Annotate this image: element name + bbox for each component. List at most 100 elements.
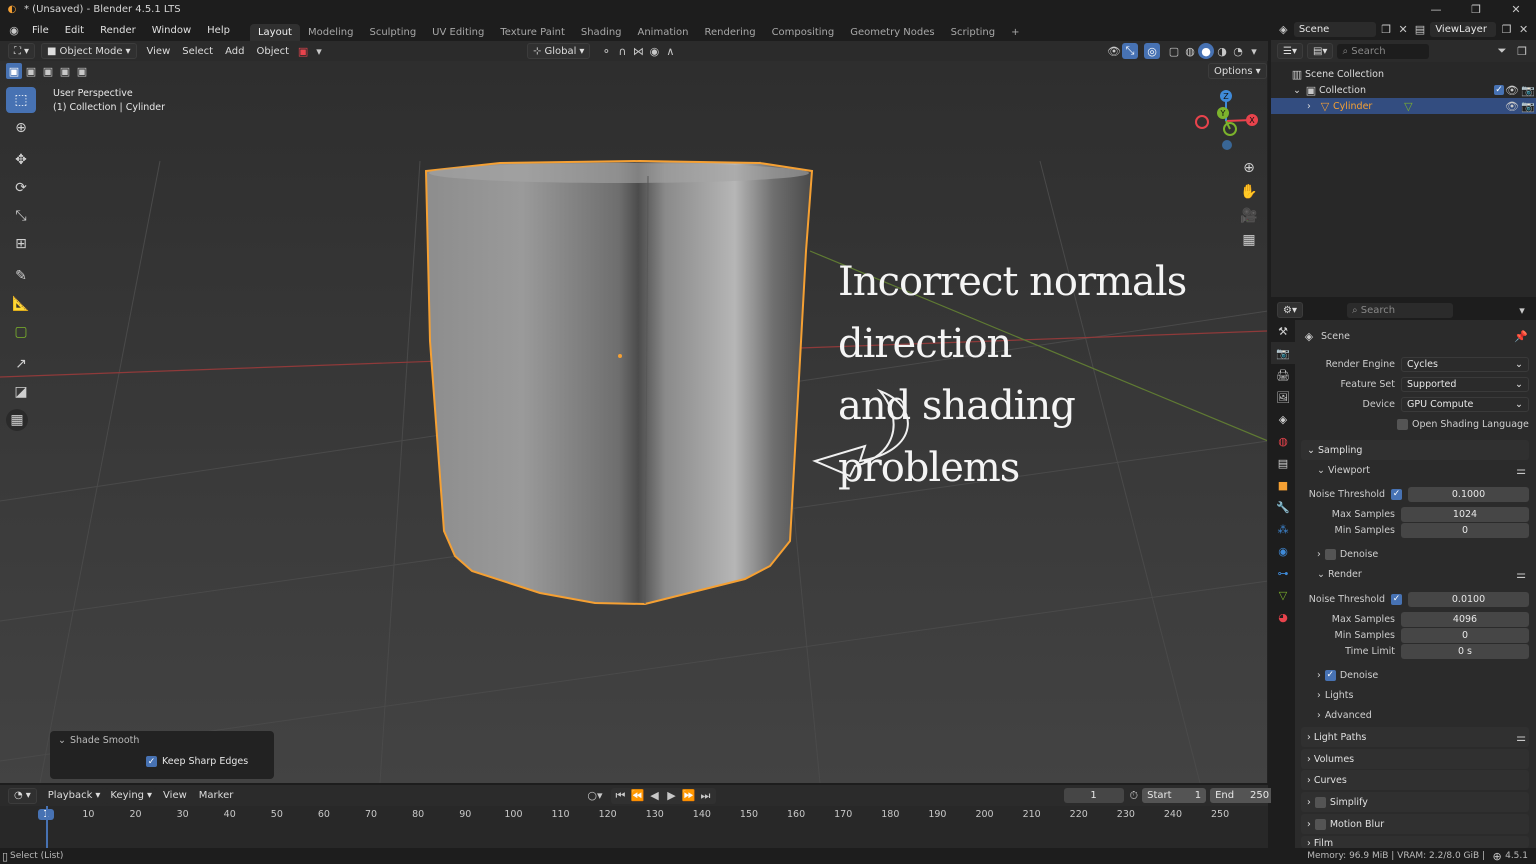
r-denoise-row[interactable]: › ✓ Denoise — [1301, 667, 1529, 683]
light-paths-presets-icon[interactable]: ⚌ — [1513, 729, 1529, 745]
vp-noise-field[interactable]: 0.1000 — [1408, 486, 1529, 502]
shading-wireframe-icon[interactable]: ◍ — [1182, 43, 1198, 59]
outliner-scene-collection[interactable]: ▥ Scene Collection — [1271, 66, 1536, 82]
outliner-cylinder[interactable]: › ▽ Cylinder ▽ 👁 📷 — [1271, 98, 1536, 114]
annotate-tool-icon[interactable]: ✎ — [6, 263, 36, 289]
filter-icon[interactable]: ⏷ — [1494, 43, 1510, 59]
menu-edit[interactable]: Edit — [57, 25, 92, 36]
film-panel[interactable]: › Film — [1301, 836, 1529, 848]
shrink-tool-icon[interactable]: ◪ — [6, 379, 36, 405]
vp-denoise-checkbox[interactable] — [1324, 548, 1336, 560]
move-tool-icon[interactable]: ✥ — [6, 147, 36, 173]
curves-panel[interactable]: › Curves — [1301, 770, 1529, 790]
tab-compositing[interactable]: Compositing — [764, 24, 843, 41]
pivot-icon[interactable]: ⚬ — [598, 43, 614, 59]
r-noise-checkbox[interactable]: ✓ — [1391, 593, 1402, 605]
tool-tab-icon[interactable]: ⚒ — [1271, 320, 1295, 342]
visibility-icon[interactable]: 👁 — [1106, 43, 1122, 59]
collection-expand-icon[interactable]: ⌄ — [1293, 85, 1303, 96]
selection-lasso-icon[interactable]: ▾ — [311, 43, 327, 59]
play-reverse-icon[interactable]: ◀ — [647, 788, 663, 804]
checker-icon[interactable]: ▦ — [6, 409, 28, 431]
add-workspace-icon[interactable]: + — [1003, 24, 1027, 41]
scene-icon[interactable]: ◈ — [1277, 22, 1290, 38]
remove-scene-icon[interactable]: ✕ — [1397, 22, 1410, 38]
record-icon[interactable]: ○ — [587, 788, 597, 804]
transform-tool-icon[interactable]: ⊞ — [6, 231, 36, 257]
select-mode-icon[interactable]: ▣ — [295, 43, 311, 59]
rotate-tool-icon[interactable]: ⟳ — [6, 175, 36, 201]
options-dropdown[interactable]: Options ▾ — [1208, 63, 1267, 79]
start-frame-field[interactable]: Start 1 — [1142, 788, 1207, 803]
sampling-panel-header[interactable]: ⌄ Sampling — [1301, 440, 1529, 460]
menu-help[interactable]: Help — [199, 25, 238, 36]
tab-shading[interactable]: Shading — [573, 24, 630, 41]
menu-select[interactable]: Select — [176, 46, 219, 57]
material-tab-icon[interactable]: ◕ — [1271, 606, 1295, 628]
shear-tool-icon[interactable]: ↗ — [6, 351, 36, 377]
new-collection-icon[interactable]: ❐ — [1514, 43, 1530, 59]
play-icon[interactable]: ▶ — [664, 788, 680, 804]
camera-view-icon[interactable]: 🎥 — [1238, 205, 1260, 227]
menu-timeline-view[interactable]: View — [157, 790, 193, 801]
playhead[interactable] — [46, 806, 48, 848]
select-extend-icon[interactable]: ▣ — [23, 63, 39, 79]
mesh-data-icon[interactable]: ▽ — [1400, 98, 1416, 114]
r-noise-field[interactable]: 0.0100 — [1408, 591, 1529, 607]
record-options-icon[interactable]: ▾ — [597, 788, 603, 804]
vp-denoise-row[interactable]: › Denoise — [1301, 546, 1529, 562]
collection-visibility-icon[interactable]: 👁 — [1504, 82, 1520, 98]
end-frame-field[interactable]: End 250 — [1210, 788, 1275, 803]
new-view-layer-icon[interactable]: ❐ — [1500, 22, 1513, 38]
vp-max-field[interactable]: 1024 — [1401, 506, 1529, 522]
menu-view[interactable]: View — [141, 46, 177, 57]
menu-file[interactable]: File — [24, 25, 57, 36]
tab-uv-editing[interactable]: UV Editing — [424, 24, 492, 41]
menu-object[interactable]: Object — [250, 46, 295, 57]
world-tab-icon[interactable]: ◍ — [1271, 430, 1295, 452]
select-box-tool-icon[interactable]: ⬚ — [6, 87, 36, 113]
render-engine-dropdown[interactable]: Cycles ⌄ — [1401, 356, 1529, 372]
cylinder-render-icon[interactable]: 📷 — [1520, 98, 1536, 114]
shading-material-icon[interactable]: ◑ — [1214, 43, 1230, 59]
motion-blur-checkbox[interactable] — [1314, 818, 1326, 830]
maximize-icon[interactable]: ❐ — [1468, 2, 1484, 18]
menu-marker[interactable]: Marker — [193, 790, 240, 801]
tab-rendering[interactable]: Rendering — [696, 24, 763, 41]
object-tab-icon[interactable]: ■ — [1271, 474, 1295, 496]
osl-checkbox[interactable] — [1397, 418, 1408, 430]
prev-keyframe-icon[interactable]: ⏪ — [630, 788, 646, 804]
view-layer-field[interactable]: ViewLayer — [1430, 22, 1497, 37]
render-tab-icon[interactable]: 📷 — [1271, 342, 1295, 364]
xray-icon[interactable]: ▢ — [1166, 43, 1182, 59]
collection-tab-icon[interactable]: ▤ — [1271, 452, 1295, 474]
outliner-collection[interactable]: ⌄ ▣ Collection ✓ 👁 📷 — [1271, 82, 1536, 98]
panel-collapse-icon[interactable]: ⌄ — [58, 735, 66, 746]
vp-noise-checkbox[interactable]: ✓ — [1391, 488, 1402, 500]
device-dropdown[interactable]: GPU Compute ⌄ — [1401, 396, 1529, 412]
overlay-toggle-icon[interactable]: ◎ — [1144, 43, 1160, 59]
tab-scripting[interactable]: Scripting — [943, 24, 1003, 41]
zoom-icon[interactable]: ⊕ — [1238, 157, 1260, 179]
motion-blur-panel[interactable]: › Motion Blur — [1301, 814, 1529, 834]
gizmo-toggle-icon[interactable]: ⤡ — [1122, 43, 1138, 59]
snap-icon[interactable]: ∩ — [614, 43, 630, 59]
outliner-search[interactable]: ⌕ Search — [1337, 43, 1430, 59]
viewport-presets-icon[interactable]: ⚌ — [1513, 462, 1529, 478]
measure-tool-icon[interactable]: 📐 — [6, 291, 36, 317]
viewport-subpanel-header[interactable]: ⌄ Viewport ⚌ — [1301, 462, 1529, 478]
tab-geometry-nodes[interactable]: Geometry Nodes — [842, 24, 942, 41]
cylinder-expand-icon[interactable]: › — [1307, 101, 1317, 112]
mode-dropdown[interactable]: ■ Object Mode ▾ — [41, 43, 137, 59]
navigation-gizmo[interactable]: X Z Y — [1190, 85, 1262, 157]
jump-start-icon[interactable]: ⏮ — [613, 788, 629, 804]
tab-texture-paint[interactable]: Texture Paint — [492, 24, 573, 41]
cursor-tool-icon[interactable]: ⊕ — [6, 115, 36, 141]
modifier-tab-icon[interactable]: 🔧 — [1271, 496, 1295, 518]
add-cube-tool-icon[interactable]: ▢ — [6, 319, 36, 345]
data-tab-icon[interactable]: ▽ — [1271, 584, 1295, 606]
select-new-icon[interactable]: ▣ — [6, 63, 22, 79]
lights-subpanel[interactable]: › Lights — [1301, 687, 1529, 703]
menu-keying[interactable]: Keying ▾ — [105, 787, 158, 804]
view-layer-tab-icon[interactable]: 🖼 — [1271, 386, 1295, 408]
